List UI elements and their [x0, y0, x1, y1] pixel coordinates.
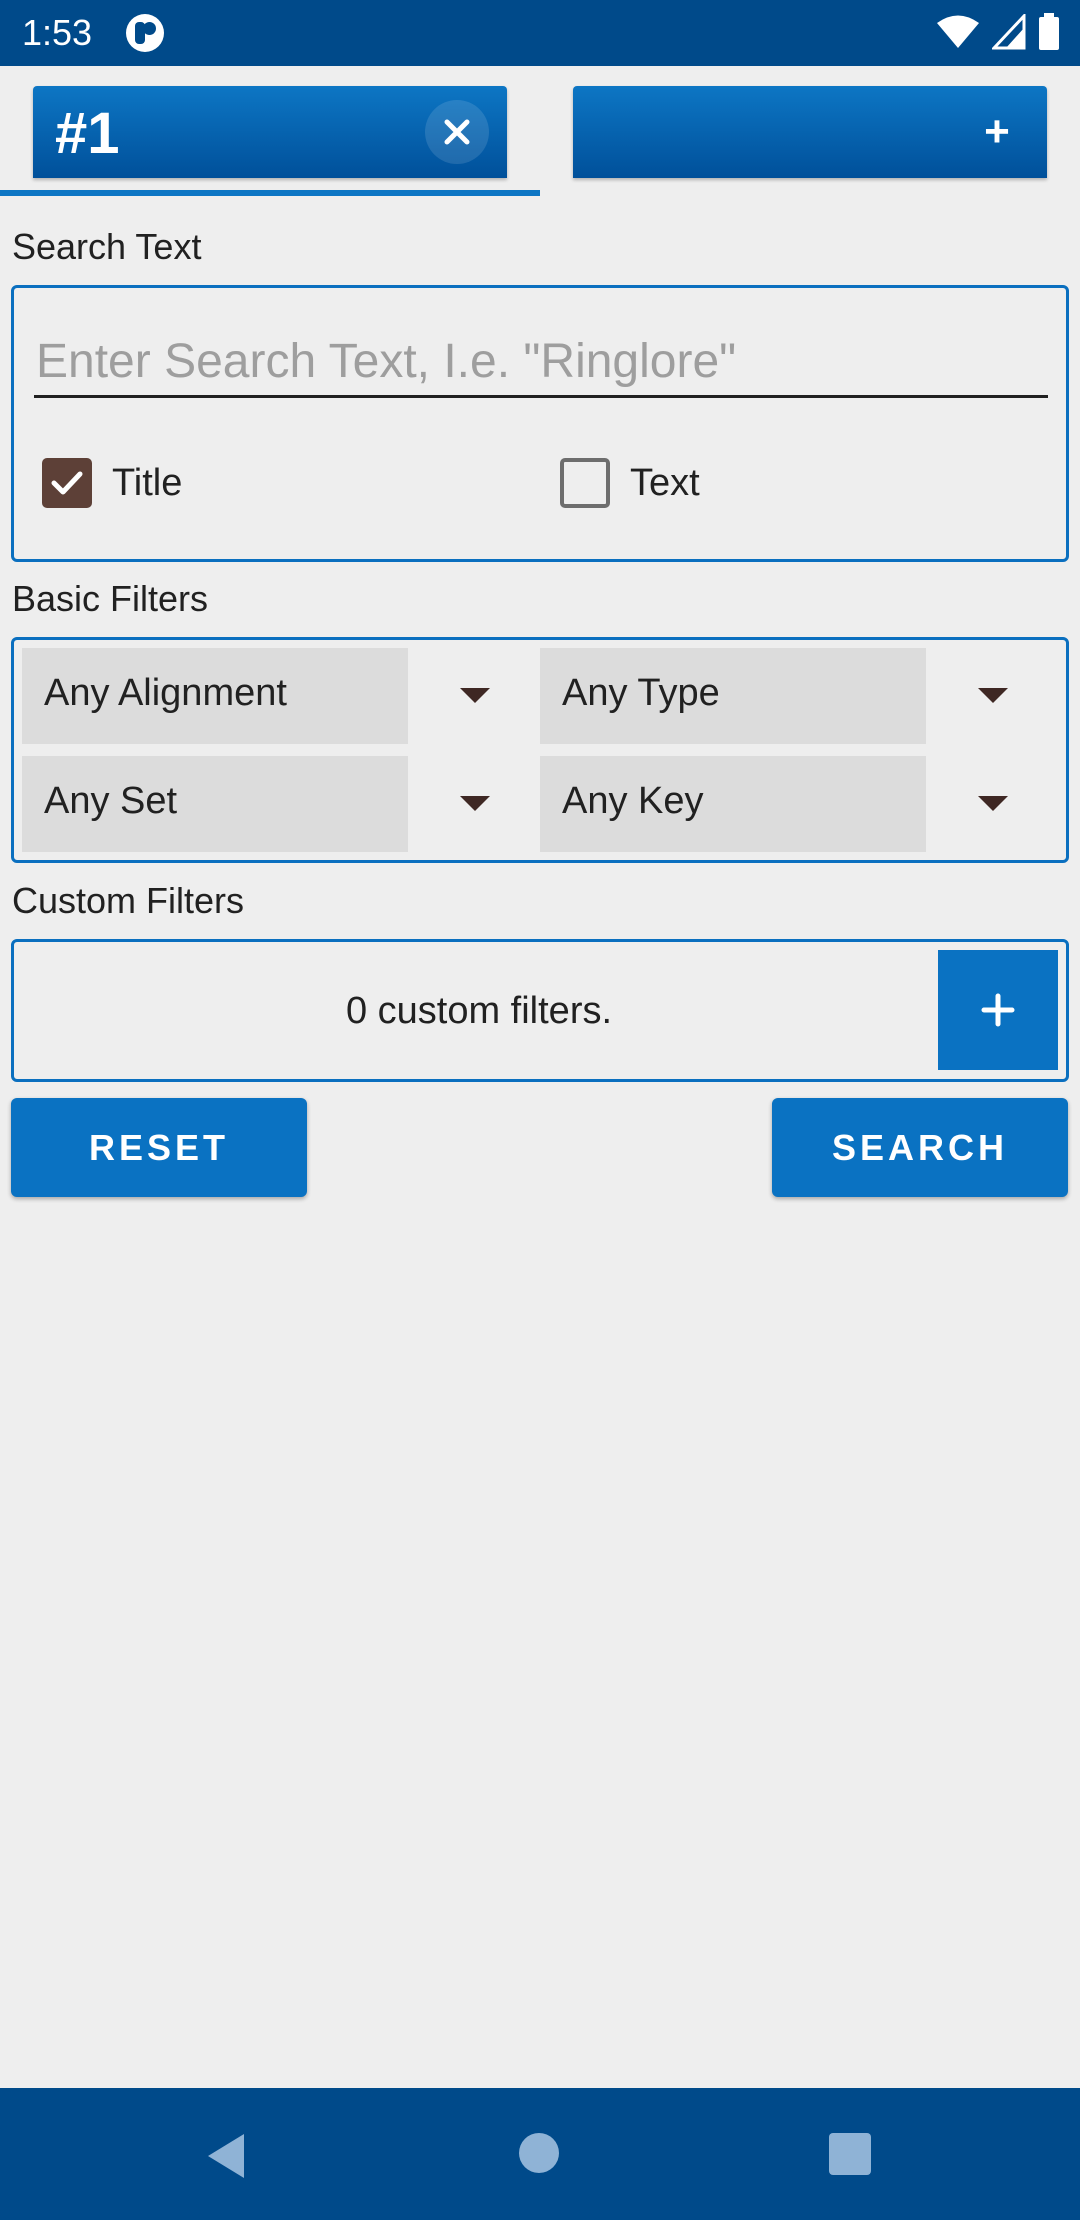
basic-filters-label: Basic Filters [12, 578, 209, 619]
key-dropdown[interactable]: Any Key [540, 756, 1040, 852]
alignment-dropdown-value: Any Alignment [44, 672, 287, 714]
text-checkbox-row[interactable]: Text [560, 458, 700, 508]
checkmark-icon [51, 471, 83, 495]
set-dropdown-value: Any Set [44, 780, 178, 822]
app-notification-icon [126, 14, 164, 52]
chevron-down-icon [460, 688, 490, 703]
search-tabs: #1 + [0, 66, 1080, 198]
text-checkbox[interactable] [560, 458, 610, 508]
tab-1[interactable]: #1 [33, 86, 507, 178]
set-dropdown[interactable]: Any Set [22, 756, 522, 852]
active-tab-indicator [0, 190, 540, 196]
chevron-down-icon [978, 688, 1008, 703]
close-tab-button[interactable] [425, 100, 489, 164]
chevron-down-icon [460, 796, 490, 811]
title-checkbox[interactable] [42, 458, 92, 508]
custom-filters-label: Custom Filters [12, 880, 245, 921]
status-bar: 1:53 [0, 0, 1080, 66]
status-time: 1:53 [22, 12, 93, 53]
search-text-box: Title Text [11, 285, 1069, 562]
recents-icon[interactable] [829, 2133, 871, 2175]
basic-filters-box: Any Alignment Any Type Any Set Any Key [11, 637, 1069, 863]
add-custom-filter-button[interactable] [938, 950, 1058, 1070]
text-checkbox-label: Text [630, 461, 700, 504]
key-dropdown-value: Any Key [562, 780, 704, 822]
title-checkbox-label: Title [112, 461, 183, 504]
close-icon [444, 119, 470, 145]
alignment-dropdown[interactable]: Any Alignment [22, 648, 522, 744]
plus-icon: + [984, 107, 1010, 156]
type-dropdown-value: Any Type [562, 672, 720, 714]
custom-filters-box: 0 custom filters. [11, 939, 1069, 1082]
wifi-icon [937, 15, 979, 48]
type-dropdown[interactable]: Any Type [540, 648, 1040, 744]
title-checkbox-row[interactable]: Title [42, 458, 182, 508]
tab-title: #1 [55, 101, 120, 166]
back-icon[interactable] [204, 2132, 248, 2180]
home-icon[interactable] [519, 2133, 559, 2173]
custom-filters-count: 0 custom filters. [345, 990, 613, 1032]
navigation-bar [0, 2088, 1080, 2220]
add-tab-button[interactable]: + [573, 86, 1047, 178]
search-input[interactable] [34, 328, 1048, 398]
battery-icon [1039, 13, 1059, 50]
status-icons [936, 12, 1060, 52]
reset-button[interactable]: RESET [11, 1098, 307, 1197]
search-button[interactable]: SEARCH [772, 1098, 1068, 1197]
plus-icon [981, 993, 1015, 1027]
chevron-down-icon [978, 796, 1008, 811]
search-text-label: Search Text [12, 226, 202, 267]
signal-icon [992, 14, 1026, 50]
